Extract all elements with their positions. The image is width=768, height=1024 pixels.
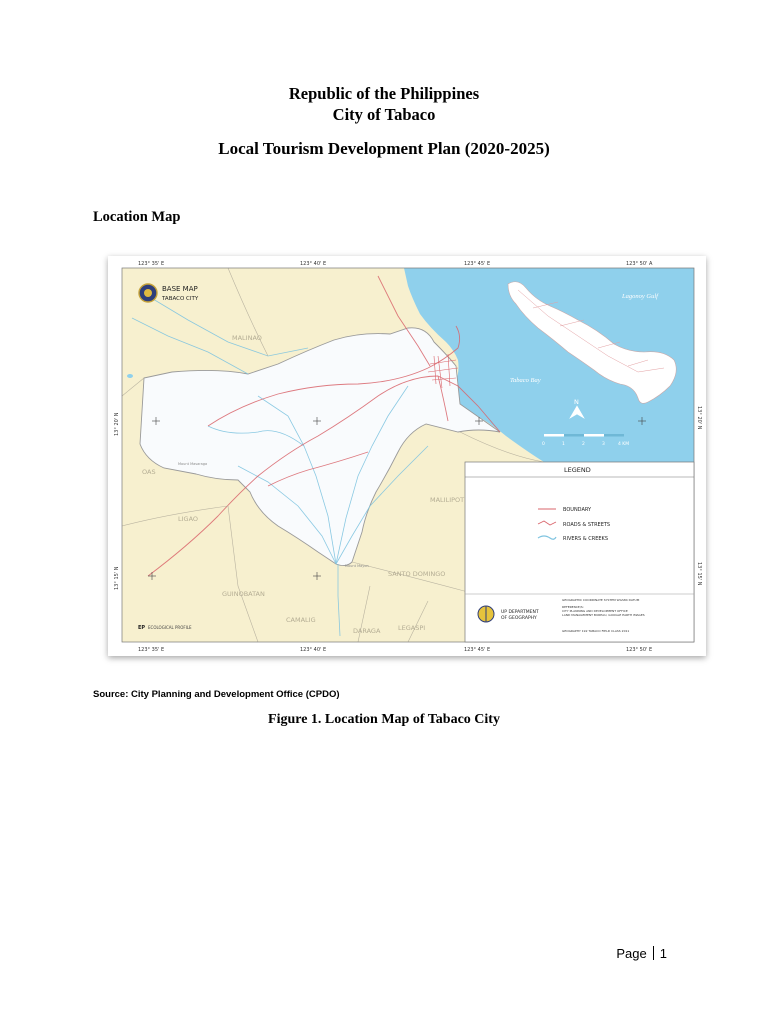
label-camalig: CAMALIG xyxy=(286,616,316,624)
lake xyxy=(127,374,133,378)
scale-label-4: 4 KM xyxy=(618,441,629,447)
map-subtitle: TABACO CITY xyxy=(161,296,199,302)
bottom-tick-4: 123° 50' E xyxy=(626,647,652,653)
location-map: 123° 35' E 123° 40' E 123° 45' E 123° 50… xyxy=(108,256,706,656)
bottom-tick-3: 123° 45' E xyxy=(464,647,490,653)
page-number: 1 xyxy=(659,946,667,961)
legend-rivers: RIVERS & CREEKS xyxy=(563,536,608,542)
label-oas: OAS xyxy=(142,468,156,476)
north-label: N xyxy=(574,398,579,406)
top-tick-4: 123° 50' A xyxy=(626,261,653,267)
figure-caption: Figure 1. Location Map of Tabaco City xyxy=(268,712,500,727)
label-daraga: DARAGA xyxy=(353,627,381,635)
label-guinobatan: GUINOBATAN xyxy=(222,590,265,598)
label-santo-domingo: SANTO DOMINGO xyxy=(388,570,445,578)
page-label: Page xyxy=(616,946,647,961)
profile-text: ECOLOGICAL PROFILE xyxy=(148,625,192,630)
top-tick-1: 123° 35' E xyxy=(138,261,164,267)
label-legaspi: LEGASPI xyxy=(398,624,425,632)
scale-label-0: 0 xyxy=(542,441,545,447)
note-4: LAND MANAGEMENT BUREAU, GOOGLE EARTH IMA… xyxy=(562,613,645,617)
label-mount-mayon: Mount Mayon xyxy=(345,564,369,568)
dept-line-1: UP DEPARTMENT xyxy=(501,609,539,615)
page-divider xyxy=(652,946,654,960)
page-footer: Page 1 xyxy=(616,946,667,961)
right-tick-2: 13° 15' N xyxy=(696,562,702,586)
section-heading: Location Map xyxy=(93,209,181,225)
header-city: City of Tabaco xyxy=(332,105,436,124)
header-republic: Republic of the Philippines xyxy=(288,84,480,103)
legend-title: LEGEND xyxy=(564,466,591,474)
map-title: BASE MAP xyxy=(162,285,198,293)
scale-label-2: 2 xyxy=(582,441,585,447)
note-1: GEOGRAPHIC COORDINATE SYSTEM WGS84 DATUM xyxy=(562,598,640,602)
left-tick-2: 13° 15' N xyxy=(114,566,120,590)
label-malilipot: MALILIPOT xyxy=(430,496,464,504)
legend-boundary: BOUNDARY xyxy=(563,507,592,513)
top-tick-2: 123° 40' E xyxy=(300,261,326,267)
bottom-tick-2: 123° 40' E xyxy=(300,647,326,653)
profile-code: EP xyxy=(138,625,145,631)
document-title: Local Tourism Development Plan (2020-202… xyxy=(218,139,550,158)
bottom-tick-1: 123° 35' E xyxy=(138,647,164,653)
map-legend: LEGEND BOUNDARY ROADS & STREETS RIVERS &… xyxy=(464,461,695,643)
right-tick-1: 13° 20' N xyxy=(696,406,702,430)
scale-label-1: 1 xyxy=(562,441,565,447)
label-mount-masaraga: Mount Masaraga xyxy=(178,462,207,466)
label-malinao: MALINAO xyxy=(232,334,262,342)
note-5: GEOGRAPHY 192 TABACO FIELD CLASS 2011 xyxy=(562,629,629,633)
left-tick-1: 13° 20' N xyxy=(114,412,120,436)
scale-label-3: 3 xyxy=(602,441,605,447)
label-lagonoy-gulf: Lagonoy Gulf xyxy=(621,293,659,300)
label-ligao: LIGAO xyxy=(178,515,198,523)
dept-line-2: OF GEOGRAPHY xyxy=(501,615,537,621)
label-tabaco-bay: Tabaco Bay xyxy=(510,377,541,384)
top-tick-3: 123° 45' E xyxy=(464,261,490,267)
source-note: Source: City Planning and Development Of… xyxy=(93,689,340,700)
legend-roads: ROADS & STREETS xyxy=(563,522,610,528)
